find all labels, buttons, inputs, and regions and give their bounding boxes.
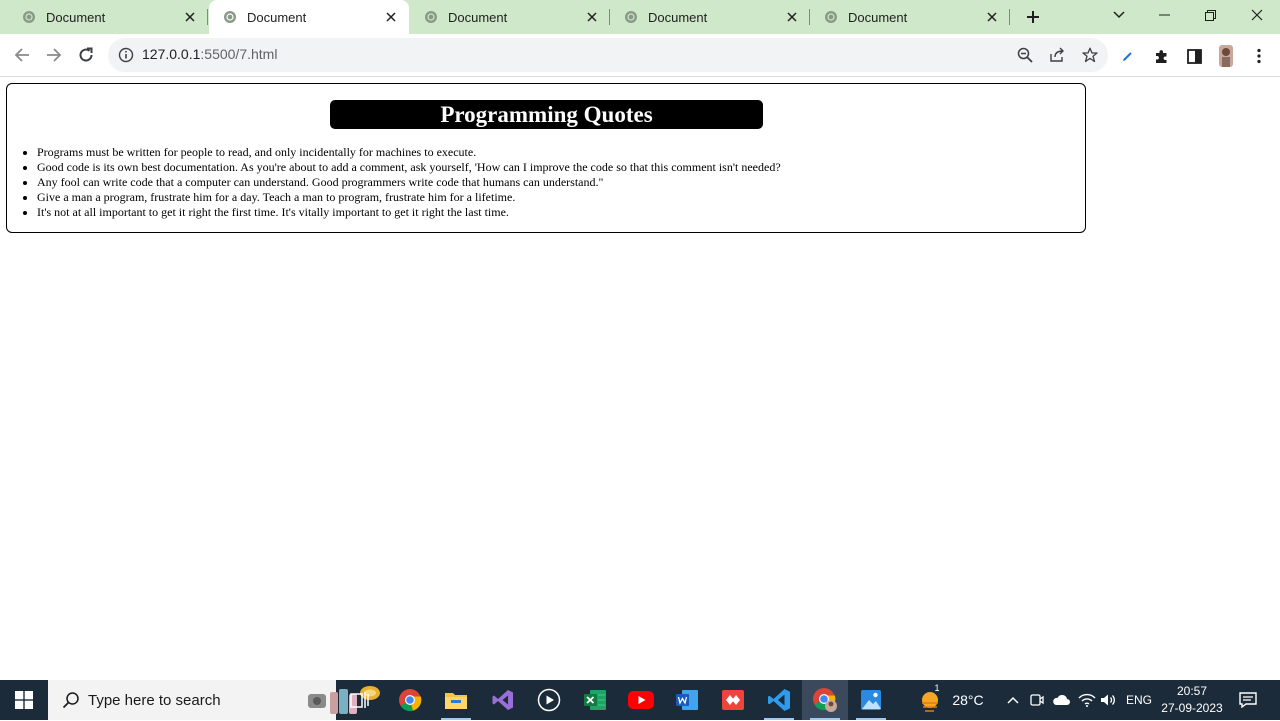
url-path: :5500/7.html bbox=[200, 46, 278, 62]
clock-date: 27-09-2023 bbox=[1161, 701, 1223, 715]
globe-icon bbox=[223, 10, 237, 24]
chevron-up-icon[interactable] bbox=[1003, 680, 1023, 720]
tab-1[interactable]: Document bbox=[8, 0, 208, 34]
share-icon[interactable] bbox=[1048, 46, 1066, 64]
side-panel-icon[interactable] bbox=[1184, 46, 1204, 66]
quote-item: Any fool can write code that a computer … bbox=[37, 175, 781, 190]
close-tab-icon[interactable] bbox=[383, 9, 399, 25]
clock-time: 20:57 bbox=[1176, 684, 1208, 698]
close-tab-icon[interactable] bbox=[784, 9, 800, 25]
address-bar[interactable]: 127.0.0.1:5500/7.html bbox=[108, 38, 1108, 72]
visual-studio-icon[interactable] bbox=[480, 680, 526, 720]
notifications-icon[interactable] bbox=[1236, 680, 1260, 720]
zoom-icon[interactable] bbox=[1016, 46, 1034, 64]
profile-avatar[interactable] bbox=[1216, 45, 1236, 67]
restore-button[interactable] bbox=[1187, 0, 1233, 30]
tab-5[interactable]: Document bbox=[810, 0, 1010, 34]
extensions-puzzle-icon[interactable] bbox=[1152, 46, 1172, 66]
taskbar-search-box[interactable]: Type here to search bbox=[48, 680, 380, 720]
globe-icon bbox=[424, 10, 438, 24]
tab-search-chevron-icon[interactable] bbox=[1096, 0, 1142, 30]
tab-strip: Document Document Document Document Docu… bbox=[0, 0, 1280, 34]
close-tab-icon[interactable] bbox=[182, 9, 198, 25]
weather-badge: 1 bbox=[934, 683, 940, 693]
close-tab-icon[interactable] bbox=[584, 9, 600, 25]
globe-icon bbox=[824, 10, 838, 24]
quote-item: Give a man a program, frustrate him for … bbox=[37, 190, 781, 205]
word-icon[interactable] bbox=[664, 680, 710, 720]
tab-title: Document bbox=[848, 9, 908, 25]
extension-pen-icon[interactable] bbox=[1118, 46, 1138, 66]
reload-button[interactable] bbox=[70, 39, 102, 71]
tab-title: Document bbox=[648, 9, 708, 25]
chrome-profile-taskbar-icon[interactable] bbox=[802, 680, 848, 720]
site-info-icon[interactable] bbox=[118, 47, 134, 63]
file-explorer-icon[interactable] bbox=[433, 680, 479, 720]
tab-title: Document bbox=[448, 9, 508, 25]
quotes-container: Programming Quotes Programs must be writ… bbox=[6, 83, 1086, 233]
tab-3[interactable]: Document bbox=[410, 0, 610, 34]
close-tab-icon[interactable] bbox=[984, 9, 1000, 25]
quotes-list: Programs must be written for people to r… bbox=[37, 145, 781, 220]
language-indicator[interactable]: ENG bbox=[1122, 680, 1156, 720]
bookmark-star-icon[interactable] bbox=[1081, 46, 1099, 64]
browser-toolbar: 127.0.0.1:5500/7.html bbox=[0, 34, 1280, 77]
forward-button[interactable] bbox=[38, 39, 70, 71]
close-window-button[interactable] bbox=[1234, 0, 1280, 30]
page-viewport: Programming Quotes Programs must be writ… bbox=[0, 77, 1280, 680]
onedrive-cloud-icon[interactable] bbox=[1050, 680, 1072, 720]
search-placeholder: Type here to search bbox=[88, 692, 221, 709]
task-view-icon[interactable] bbox=[337, 680, 383, 720]
wifi-icon[interactable] bbox=[1076, 680, 1098, 720]
photos-icon[interactable] bbox=[848, 680, 894, 720]
back-button[interactable] bbox=[6, 39, 38, 71]
excel-icon[interactable] bbox=[572, 680, 618, 720]
clock[interactable]: 20:57 27-09-2023 bbox=[1156, 683, 1228, 717]
quote-item: Programs must be written for people to r… bbox=[37, 145, 781, 160]
volume-icon[interactable] bbox=[1098, 680, 1120, 720]
url-text[interactable]: 127.0.0.1:5500/7.html bbox=[142, 46, 277, 62]
tab-title: Document bbox=[46, 9, 106, 25]
chrome-taskbar-icon[interactable] bbox=[387, 680, 433, 720]
windows-taskbar: Type here to search 1 28°C ENG 20:57 27-… bbox=[0, 680, 1280, 720]
search-icon bbox=[62, 691, 80, 709]
youtube-icon[interactable] bbox=[618, 680, 664, 720]
globe-icon bbox=[624, 10, 638, 24]
meet-now-icon[interactable] bbox=[1027, 680, 1047, 720]
vscode-icon[interactable] bbox=[756, 680, 802, 720]
new-tab-button[interactable] bbox=[1021, 5, 1045, 29]
tab-2-active[interactable]: Document bbox=[209, 0, 409, 34]
minimize-button[interactable] bbox=[1141, 0, 1187, 30]
globe-icon bbox=[22, 10, 36, 24]
media-player-icon[interactable] bbox=[526, 680, 572, 720]
weather-temperature[interactable]: 28°C bbox=[948, 680, 988, 720]
anydesk-icon[interactable] bbox=[710, 680, 756, 720]
quote-item: Good code is its own best documentation.… bbox=[37, 160, 781, 175]
start-button[interactable] bbox=[0, 680, 48, 720]
windows-logo-icon bbox=[15, 691, 33, 709]
tab-4[interactable]: Document bbox=[610, 0, 810, 34]
tab-title: Document bbox=[247, 9, 307, 25]
url-host: 127.0.0.1 bbox=[142, 46, 201, 62]
quote-item: It's not at all important to get it righ… bbox=[37, 205, 781, 220]
kebab-menu-icon[interactable] bbox=[1249, 46, 1269, 66]
page-heading: Programming Quotes bbox=[330, 100, 763, 129]
